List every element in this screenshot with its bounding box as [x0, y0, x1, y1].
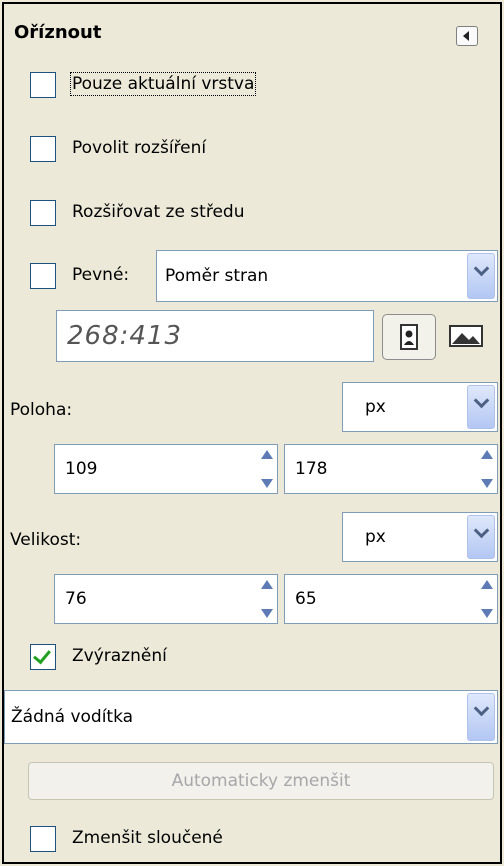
shrink-merged-label[interactable]: Zmenšit sloučené: [72, 828, 223, 848]
spin-updown-icon[interactable]: [479, 447, 495, 491]
spin-updown-icon[interactable]: [259, 577, 275, 621]
position-label: Poloha:: [10, 400, 73, 420]
allow-growing-label[interactable]: Povolit rozšíření: [72, 138, 206, 158]
fixed-checkbox[interactable]: [30, 263, 56, 289]
size-unit-combo[interactable]: px: [342, 512, 498, 562]
chevron-down-icon[interactable]: [467, 693, 495, 741]
allow-growing-checkbox[interactable]: [30, 136, 56, 162]
spin-updown-icon[interactable]: [259, 447, 275, 491]
auto-shrink-label: Automaticky zmenšit: [171, 771, 351, 791]
position-unit-combo[interactable]: px: [342, 382, 498, 432]
current-layer-checkbox[interactable]: [30, 72, 56, 98]
guides-value: Žádná vodítka: [11, 707, 134, 727]
auto-shrink-button[interactable]: Automaticky zmenšit: [28, 762, 494, 800]
fixed-mode-value: Poměr stran: [165, 266, 269, 286]
portrait-button[interactable]: [382, 314, 436, 360]
current-layer-label[interactable]: Pouze aktuální vrstva: [69, 72, 257, 96]
chevron-down-icon[interactable]: [467, 515, 495, 559]
spin-updown-icon[interactable]: [479, 577, 495, 621]
landscape-icon[interactable]: [446, 320, 486, 352]
position-unit-value: px: [365, 397, 386, 417]
position-x-value: 109: [65, 459, 98, 479]
fixed-mode-combo[interactable]: Poměr stran: [156, 250, 498, 302]
portrait-icon: [400, 324, 418, 350]
position-y-value: 178: [295, 459, 328, 479]
chevron-down-icon[interactable]: [467, 253, 495, 299]
aspect-ratio-value: 268:413: [67, 321, 183, 351]
size-height-input[interactable]: 65: [284, 574, 498, 624]
panel-title: Oříznout: [14, 22, 102, 43]
expand-from-center-checkbox[interactable]: [30, 200, 56, 226]
guides-combo[interactable]: Žádná vodítka: [4, 690, 498, 744]
fixed-label[interactable]: Pevné:: [72, 265, 129, 285]
highlight-label[interactable]: Zvýraznění: [72, 646, 167, 666]
collapse-left-icon[interactable]: [456, 26, 478, 46]
size-width-input[interactable]: 76: [54, 574, 278, 624]
size-unit-value: px: [365, 527, 386, 547]
shrink-merged-checkbox[interactable]: [30, 826, 56, 852]
chevron-down-icon[interactable]: [467, 385, 495, 429]
size-height-value: 65: [295, 589, 317, 609]
crop-tool-options-panel: Oříznout Pouze aktuální vrstva Povolit r…: [2, 2, 502, 864]
highlight-checkbox[interactable]: [30, 644, 56, 670]
aspect-ratio-input[interactable]: 268:413: [56, 310, 374, 362]
expand-from-center-label[interactable]: Rozšiřovat ze středu: [72, 202, 244, 222]
position-y-input[interactable]: 178: [284, 444, 498, 494]
size-label: Velikost:: [10, 530, 82, 550]
size-width-value: 76: [65, 589, 87, 609]
position-x-input[interactable]: 109: [54, 444, 278, 494]
